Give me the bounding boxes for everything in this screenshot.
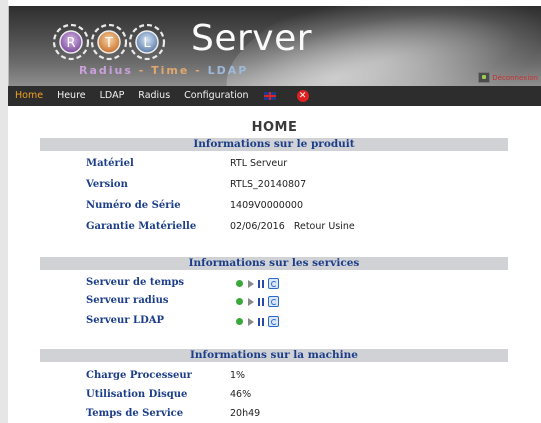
restart-icon[interactable] <box>268 296 279 307</box>
page-title: HOME <box>251 120 298 135</box>
logout-link[interactable]: Déconnexion <box>478 72 538 83</box>
row-value: 20h49 <box>230 408 261 419</box>
nav-item-configuration[interactable]: Configuration <box>177 86 255 106</box>
restart-icon[interactable] <box>268 278 279 289</box>
logo-letter-t: T <box>104 36 113 51</box>
row-label: Serveur de temps <box>86 277 185 288</box>
row-value: RTL Serveur <box>230 158 288 169</box>
section-services-heading: Informations sur les services <box>40 257 508 270</box>
row-label: Numéro de Série <box>86 200 181 211</box>
row-label: Utilisation Disque <box>86 389 188 400</box>
logo-letter-l: L <box>143 36 151 51</box>
logo-sub-time: - Time - <box>132 64 208 77</box>
close-icon[interactable]: ✕ <box>296 90 309 102</box>
pause-icon[interactable] <box>258 297 264 306</box>
logo-sub-radius: Radius <box>79 64 133 77</box>
logo-sub-ldap: LDAP <box>207 64 249 77</box>
main-content: HOME Informations sur le produit Matérie… <box>8 106 541 423</box>
logo-wordmark: Server <box>191 18 313 59</box>
left-gutter <box>0 0 8 423</box>
nav-item-home[interactable]: Home <box>8 86 50 106</box>
service-controls <box>236 296 279 307</box>
status-dot-icon <box>236 318 243 325</box>
main-nav: Home Heure LDAP Radius Configuration ✕ <box>8 86 541 106</box>
header-banner: R T L Server Radius - Time - LDAP Déconn… <box>8 6 541 86</box>
service-controls <box>236 278 279 289</box>
row-label: Temps de Service <box>86 408 184 419</box>
row-label: Serveur radius <box>86 295 169 306</box>
logout-label: Déconnexion <box>492 73 538 82</box>
nav-item-heure[interactable]: Heure <box>50 86 93 106</box>
logo-letter-r: R <box>66 36 75 51</box>
logo-subtitle: Radius - Time - LDAP <box>79 64 248 77</box>
row-value: 46% <box>230 389 252 400</box>
row-value: RTLS_20140807 <box>230 179 307 190</box>
status-dot-icon <box>236 298 243 305</box>
service-controls <box>236 316 279 327</box>
row-label: Charge Processeur <box>86 370 192 381</box>
row-label: Version <box>86 179 128 190</box>
logo: R T L Server Radius - Time - LDAP <box>49 18 313 82</box>
play-icon[interactable] <box>248 297 254 306</box>
row-value: 1% <box>230 370 246 381</box>
section-machine-heading: Informations sur la machine <box>40 349 508 362</box>
status-dot-icon <box>236 280 243 287</box>
section-product-heading: Informations sur le produit <box>40 138 508 151</box>
row-value: 02/06/2016 Retour Usine <box>230 221 355 232</box>
nav-item-radius[interactable]: Radius <box>131 86 177 106</box>
row-label: Garantie Matérielle <box>86 221 197 232</box>
pause-icon[interactable] <box>258 279 264 288</box>
play-icon[interactable] <box>248 279 254 288</box>
row-label: Matériel <box>86 158 134 169</box>
logout-icon <box>478 72 491 83</box>
nav-item-ldap[interactable]: LDAP <box>93 86 132 106</box>
logo-gears-icon: R T L <box>52 23 166 61</box>
restart-icon[interactable] <box>268 316 279 327</box>
row-value: 1409V0000000 <box>230 200 303 211</box>
window: R T L Server Radius - Time - LDAP Déconn… <box>0 0 541 423</box>
uk-flag-icon[interactable] <box>263 92 276 100</box>
play-icon[interactable] <box>248 317 254 326</box>
pause-icon[interactable] <box>258 317 264 326</box>
row-label: Serveur LDAP <box>86 315 165 326</box>
